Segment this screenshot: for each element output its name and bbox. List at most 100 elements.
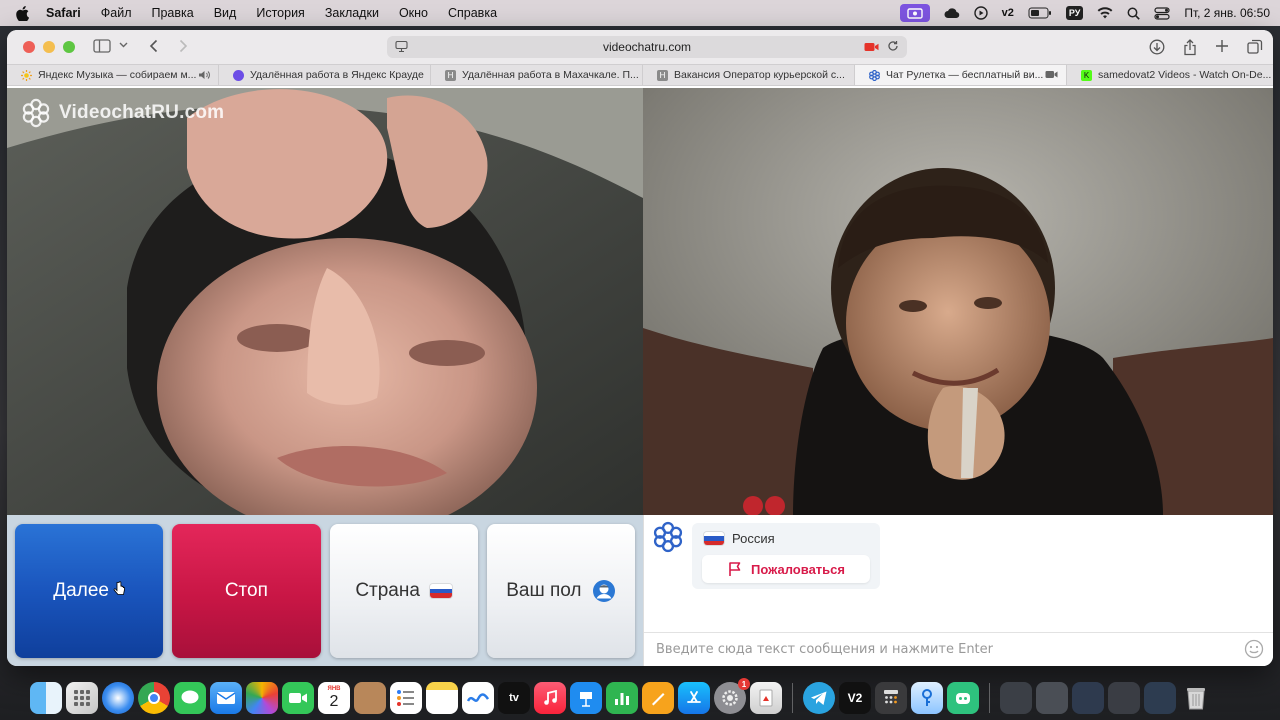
wifi-icon[interactable] bbox=[1097, 7, 1113, 19]
recent-window-icon[interactable] bbox=[1000, 682, 1032, 714]
site-logo-text: VideochatRU.com bbox=[59, 102, 225, 123]
minimize-window-button[interactable] bbox=[43, 41, 55, 53]
screen-share-icon[interactable] bbox=[899, 4, 930, 22]
photos-icon[interactable] bbox=[246, 682, 278, 714]
messages-icon[interactable] bbox=[174, 682, 206, 714]
menu-bar: Safari Файл Правка Вид История Закладки … bbox=[0, 0, 1280, 26]
partner-video bbox=[643, 88, 1273, 515]
kick-icon: K bbox=[1081, 69, 1092, 81]
next-button-label: Далее bbox=[53, 580, 109, 601]
creative-cloud-icon[interactable] bbox=[944, 7, 960, 19]
stop-button[interactable]: Стоп bbox=[172, 524, 321, 658]
finder-icon[interactable] bbox=[30, 682, 62, 714]
menu-edit[interactable]: Правка bbox=[151, 6, 193, 20]
menu-file[interactable]: Файл bbox=[101, 6, 132, 20]
apple-tv-label: tv bbox=[509, 692, 519, 704]
menu-bookmarks[interactable]: Закладки bbox=[325, 6, 379, 20]
url-text[interactable]: videochatru.com bbox=[603, 40, 691, 54]
tab-title: Удалённая работа в Яндекс Крауде bbox=[250, 69, 424, 81]
tab-overview-icon[interactable] bbox=[1247, 39, 1263, 54]
clock[interactable]: Пт, 2 янв. 06:50 bbox=[1184, 6, 1270, 20]
chat-input[interactable]: Введите сюда текст сообщения и нажмите E… bbox=[644, 632, 1273, 666]
pages-icon[interactable] bbox=[642, 682, 674, 714]
calendar-icon[interactable]: ЯНВ 2 bbox=[318, 682, 350, 714]
russia-flag-icon bbox=[429, 584, 452, 598]
camera-icon[interactable] bbox=[1045, 70, 1058, 82]
telegram-icon[interactable] bbox=[803, 682, 835, 714]
mail-icon[interactable] bbox=[210, 682, 242, 714]
tab-yandex-crowd[interactable]: Удалённая работа в Яндекс Крауде bbox=[219, 65, 431, 85]
preview-icon[interactable] bbox=[750, 682, 782, 714]
chevron-down-icon[interactable] bbox=[119, 42, 128, 48]
site-settings-icon[interactable] bbox=[395, 40, 408, 56]
recent-window-icon[interactable] bbox=[1108, 682, 1140, 714]
control-center-icon[interactable] bbox=[1154, 6, 1170, 20]
back-icon[interactable] bbox=[149, 39, 158, 53]
v2ray-icon[interactable]: v2 bbox=[1002, 7, 1014, 19]
gender-button[interactable]: Ваш пол bbox=[486, 524, 635, 658]
apple-tv-icon[interactable]: tv bbox=[498, 682, 530, 714]
apple-icon[interactable] bbox=[16, 5, 34, 21]
speaker-icon[interactable] bbox=[198, 70, 210, 83]
dock-separator bbox=[989, 683, 990, 713]
address-bar[interactable]: videochatru.com bbox=[387, 36, 907, 58]
input-language-badge[interactable]: РУ bbox=[1065, 6, 1084, 20]
freeform-icon[interactable] bbox=[462, 682, 494, 714]
menu-view[interactable]: Вид bbox=[214, 6, 237, 20]
menu-window[interactable]: Окно bbox=[399, 6, 428, 20]
play-circle-icon[interactable] bbox=[973, 6, 988, 20]
calculator-icon[interactable] bbox=[875, 682, 907, 714]
zoom-window-button[interactable] bbox=[63, 41, 75, 53]
menu-app-name[interactable]: Safari bbox=[46, 6, 81, 20]
passwords-icon[interactable] bbox=[911, 682, 943, 714]
system-settings-icon[interactable]: 1 bbox=[714, 678, 750, 714]
tab-hh-makhachkala[interactable]: H Удалённая работа в Махачкале. П... bbox=[431, 65, 643, 85]
country-button[interactable]: Страна bbox=[329, 524, 478, 658]
tab-yandex-music[interactable]: Яндекс Музыка — собираем м... bbox=[7, 65, 219, 85]
copilot-icon[interactable] bbox=[947, 682, 979, 714]
tab-kick[interactable]: K samedovat2 Videos - Watch On-De... bbox=[1067, 65, 1273, 85]
camera-in-use-icon[interactable] bbox=[864, 41, 879, 55]
contacts-icon[interactable] bbox=[354, 682, 386, 714]
facetime-icon[interactable] bbox=[282, 682, 314, 714]
tab-videochat[interactable]: Чат Рулетка — бесплатный ви... bbox=[855, 65, 1067, 85]
music-icon[interactable] bbox=[534, 682, 566, 714]
search-icon[interactable] bbox=[1127, 7, 1141, 20]
trash-icon[interactable] bbox=[1180, 682, 1212, 714]
stop-button-label: Стоп bbox=[224, 580, 268, 601]
emoji-icon[interactable] bbox=[1244, 639, 1264, 663]
v2box-icon[interactable]: V2 bbox=[839, 682, 871, 714]
h-icon: H bbox=[657, 69, 668, 81]
recent-window-icon[interactable] bbox=[1036, 682, 1068, 714]
flower-logo-icon bbox=[22, 98, 50, 128]
settings-badge: 1 bbox=[738, 678, 750, 690]
tab-hh-vacancy[interactable]: H Вакансия Оператор курьерской с... bbox=[643, 65, 855, 85]
app-store-icon[interactable] bbox=[678, 682, 710, 714]
keynote-icon[interactable] bbox=[570, 682, 602, 714]
user-avatar-icon bbox=[592, 580, 615, 602]
menu-help[interactable]: Справка bbox=[448, 6, 497, 20]
safari-icon[interactable] bbox=[102, 682, 134, 714]
numbers-icon[interactable] bbox=[606, 682, 638, 714]
close-window-button[interactable] bbox=[23, 41, 35, 53]
tab-title: Удалённая работа в Махачкале. П... bbox=[462, 69, 639, 81]
recent-window-icon[interactable] bbox=[1144, 682, 1176, 714]
forward-icon[interactable] bbox=[179, 39, 188, 53]
recent-window-icon[interactable] bbox=[1072, 682, 1104, 714]
menu-history[interactable]: История bbox=[256, 6, 304, 20]
sidebar-toggle-icon[interactable] bbox=[93, 39, 111, 53]
chrome-icon[interactable] bbox=[138, 682, 170, 714]
next-button[interactable]: Далее bbox=[15, 524, 164, 658]
safari-window: videochatru.com Яндекс Музыка — собираем… bbox=[7, 30, 1273, 666]
reminders-icon[interactable] bbox=[390, 682, 422, 714]
new-tab-icon[interactable] bbox=[1215, 39, 1229, 53]
share-icon[interactable] bbox=[1183, 39, 1197, 56]
report-button[interactable]: Пожаловаться bbox=[702, 555, 870, 583]
launchpad-icon[interactable] bbox=[66, 682, 98, 714]
chat-input-placeholder: Введите сюда текст сообщения и нажмите E… bbox=[656, 642, 993, 657]
reload-icon[interactable] bbox=[887, 40, 899, 55]
downloads-icon[interactable] bbox=[1149, 39, 1165, 55]
notes-icon[interactable] bbox=[426, 682, 458, 714]
bottom-panel: Далее Стоп Страна Ваш пол Россия Пожалов… bbox=[7, 515, 1273, 666]
russia-flag-icon bbox=[704, 532, 724, 545]
